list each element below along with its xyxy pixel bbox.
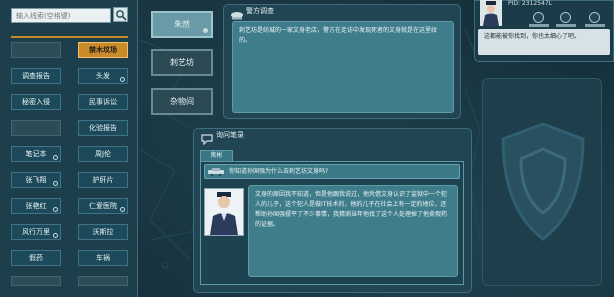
investigation-panel: 警方调查 刺艺坊是纺城的一家文身老店，警方在走访中发现死者的文身就是在这里纹的。 — [223, 4, 461, 119]
clue-sidebar: 输入线索(空格键) 禁木坟场 调查报告 头发 秘密入侵 民事诉讼 化验报告 笔记… — [0, 0, 138, 297]
clue-cell-selected[interactable]: 禁木坟场 — [78, 42, 128, 58]
police-car-icon — [208, 168, 224, 176]
settings-button[interactable] — [560, 12, 571, 23]
question-row[interactable]: 你知道孙国强为什么去刺艺坊文身吗? — [204, 164, 460, 179]
investigation-text: 刺艺坊是纺城的一家文身老店，警方在走访中发现死者的文身就是在这里纹的。 — [239, 27, 438, 44]
divider — [11, 36, 128, 38]
tab-ciyifang[interactable]: 刺艺坊 — [151, 49, 213, 76]
search-input[interactable]: 输入线索(空格键) — [11, 8, 111, 23]
button-caption — [585, 24, 605, 27]
clue-cell[interactable]: 假药 — [11, 250, 61, 266]
clue-cell[interactable] — [78, 276, 128, 286]
search-icon — [116, 10, 127, 21]
gear-icon — [53, 181, 58, 186]
search-button[interactable] — [113, 7, 128, 22]
gear-icon — [120, 77, 125, 82]
action-button[interactable] — [533, 12, 544, 23]
answer-text: 文身的原因我不知道，但是他跟我说过，他凭借文身认识了监狱中一个犯人的儿子，这个犯… — [255, 191, 448, 228]
investigation-body: 刺艺坊是纺城的一家文身老店，警方在走访中发现死者的文身就是在这里纹的。 — [232, 21, 454, 113]
clue-cell[interactable]: 张飞翔 — [11, 172, 61, 188]
clue-cell[interactable]: 张艳红 — [11, 198, 61, 214]
panel-title: 警方调查 — [246, 7, 274, 15]
player-id: PID: 2312547L — [508, 0, 553, 7]
clue-cell[interactable]: 风行万里 — [11, 224, 61, 240]
gear-icon — [53, 155, 58, 160]
clue-cell[interactable] — [11, 276, 61, 286]
clue-cell[interactable]: 护肝片 — [78, 172, 128, 188]
clue-cell[interactable]: 周J伦 — [78, 146, 128, 162]
clue-cell[interactable]: 笔记本 — [11, 146, 61, 162]
clue-cell[interactable]: 民事诉讼 — [78, 94, 128, 110]
menu-button[interactable] — [589, 12, 600, 23]
police-badge-icon — [501, 122, 585, 241]
police-badge-panel — [482, 78, 602, 286]
indicator-dot — [203, 28, 208, 33]
clue-cell[interactable]: 仁爱医院 — [78, 198, 128, 214]
clue-cell[interactable]: 车祸 — [78, 250, 128, 266]
button-caption — [529, 24, 549, 27]
player-message: 这都能被你找到，你也太细心了吧。 — [478, 29, 610, 55]
clue-cell[interactable]: 秘密入侵 — [11, 94, 61, 110]
panel-title: 询问笔录 — [216, 131, 244, 139]
button-caption — [556, 24, 576, 27]
gear-icon — [120, 207, 125, 212]
answer-box: 文身的原因我不知道，但是他跟我说过，他凭借文身认识了监狱中一个犯人的儿子，这个犯… — [248, 185, 458, 277]
tab-zawujian[interactable]: 杂物间 — [151, 88, 213, 115]
player-avatar — [480, 0, 502, 26]
clue-cell[interactable]: 化验报告 — [78, 120, 128, 136]
suspect-avatar — [204, 188, 244, 236]
clue-cell[interactable] — [11, 42, 61, 58]
gear-icon — [53, 207, 58, 212]
clue-cell[interactable] — [11, 120, 61, 136]
officer-portrait — [205, 189, 243, 235]
gear-icon — [53, 233, 58, 238]
suspect-tab[interactable]: 焦彬 — [200, 150, 233, 161]
question-text: 你知道孙国强为什么去刺艺坊文身吗? — [229, 168, 329, 175]
clue-cell[interactable]: 调查报告 — [11, 68, 61, 84]
clue-cell[interactable]: 沃斯拉 — [78, 224, 128, 240]
tab-zhuran[interactable]: 朱然 — [151, 11, 213, 38]
clue-cell[interactable]: 头发 — [78, 68, 128, 84]
